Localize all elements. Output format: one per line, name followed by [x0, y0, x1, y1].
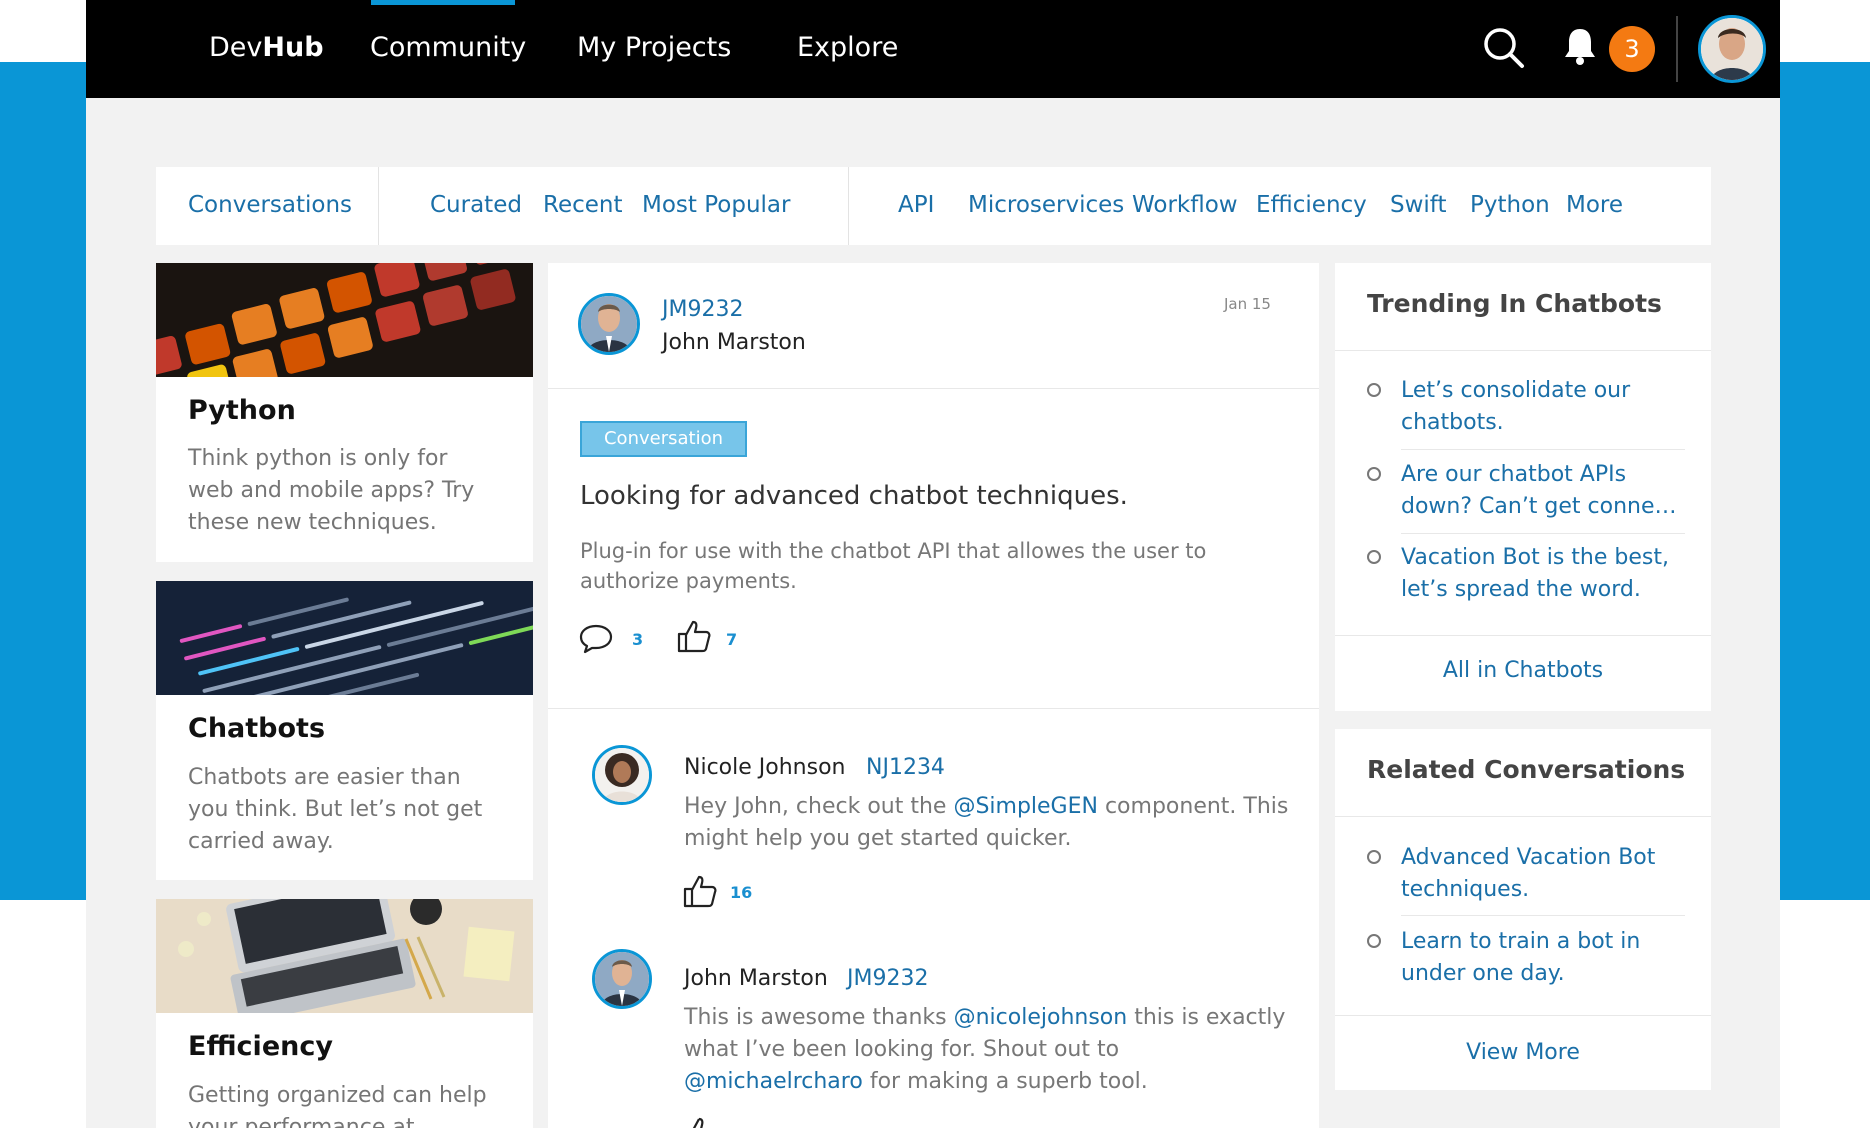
filter-recent[interactable]: Recent — [543, 192, 623, 218]
mention-link[interactable]: @SimpleGEN — [953, 794, 1098, 819]
filter-tag-swift[interactable]: Swift — [1390, 192, 1447, 218]
author-avatar[interactable] — [578, 293, 640, 355]
post-body: Plug-in for use with the chatbot API tha… — [580, 539, 1207, 593]
like-icon[interactable] — [676, 618, 712, 654]
reply-avatar[interactable] — [592, 949, 652, 1009]
bullet-icon — [1367, 467, 1381, 481]
post-title[interactable]: Looking for advanced chatbot techniques. — [580, 481, 1128, 511]
post-card: JM9232 John Marston Jan 15 Conversation … — [548, 263, 1319, 1128]
topic-image-code — [156, 581, 533, 695]
nav-community[interactable]: Community — [370, 32, 526, 63]
divider — [548, 708, 1319, 709]
divider — [548, 388, 1319, 389]
related-title: Related Conversations — [1367, 755, 1686, 784]
comment-icon[interactable] — [578, 623, 614, 655]
topic-title: Chatbots — [188, 713, 326, 744]
topic-description: Think python is only for web and mobile … — [188, 446, 475, 535]
related-card: Related Conversations Advanced Vacation … — [1335, 729, 1711, 1090]
comment-count: 3 — [632, 630, 644, 649]
mention-link[interactable]: @michaelrcharo — [684, 1069, 863, 1094]
filter-tag-python[interactable]: Python — [1470, 192, 1550, 218]
bullet-icon — [1367, 934, 1381, 948]
nav-my-projects[interactable]: My Projects — [577, 32, 731, 63]
view-more-link[interactable]: View More — [1335, 1040, 1711, 1065]
filter-bar: Conversations Curated Recent Most Popula… — [156, 167, 1711, 245]
nav-active-indicator — [371, 0, 515, 5]
trending-title: Trending In Chatbots — [1367, 289, 1662, 318]
related-item[interactable]: Advanced Vacation Bot techniques. — [1367, 842, 1687, 908]
bullet-icon — [1367, 550, 1381, 564]
like-count: 16 — [730, 883, 753, 902]
divider — [1401, 915, 1685, 916]
reply-author: Nicole Johnson — [684, 755, 846, 780]
reply-handle[interactable]: JM9232 — [847, 966, 928, 991]
post-type-tag[interactable]: Conversation — [580, 421, 747, 457]
app-frame: DevHub Community My Projects Explore 3 C… — [86, 0, 1780, 1128]
top-nav: DevHub Community My Projects Explore 3 — [86, 0, 1780, 98]
like-icon[interactable] — [682, 1115, 718, 1128]
filter-tag-api[interactable]: API — [898, 192, 934, 218]
user-avatar-image — [1701, 18, 1763, 80]
topic-image-desk — [156, 899, 533, 1013]
reply-avatar[interactable] — [592, 745, 652, 805]
topic-card-efficiency[interactable]: Efficiency Getting organized can help yo… — [156, 899, 533, 1128]
filter-tag-efficiency[interactable]: Efficiency — [1256, 192, 1367, 218]
topic-title: Efficiency — [188, 1031, 333, 1062]
filter-tag-workflow[interactable]: Workflow — [1132, 192, 1238, 218]
post-date: Jan 15 — [1224, 295, 1271, 313]
reply-body: Hey John, check out the @SimpleGEN compo… — [684, 794, 1289, 851]
filter-curated[interactable]: Curated — [430, 192, 522, 218]
reply-handle[interactable]: NJ1234 — [866, 755, 945, 780]
trending-item[interactable]: Vacation Bot is the best, let’s spread t… — [1367, 542, 1687, 608]
divider — [1401, 533, 1685, 534]
nav-explore[interactable]: Explore — [797, 32, 898, 63]
bullet-icon — [1367, 850, 1381, 864]
notification-badge[interactable]: 3 — [1609, 26, 1655, 72]
filter-most-popular[interactable]: Most Popular — [642, 192, 790, 218]
divider — [1335, 816, 1711, 817]
trending-item[interactable]: Are our chatbot APIs down? Can’t get con… — [1367, 459, 1687, 525]
bullet-icon — [1367, 383, 1381, 397]
topic-title: Python — [188, 395, 296, 426]
author-handle[interactable]: JM9232 — [662, 297, 743, 322]
user-avatar[interactable] — [1698, 15, 1766, 83]
filter-tag-microservices[interactable]: Microservices — [968, 192, 1124, 218]
brand-logo[interactable]: DevHub — [209, 32, 324, 63]
topic-image-keyboard — [156, 263, 533, 377]
reply-body: This is awesome thanks @nicolejohnson th… — [684, 1005, 1286, 1094]
divider — [1335, 350, 1711, 351]
divider — [1335, 1015, 1711, 1016]
filter-more[interactable]: More — [1566, 192, 1623, 218]
divider — [1401, 449, 1685, 450]
topic-card-chatbots[interactable]: Chatbots Chatbots are easier than you th… — [156, 581, 533, 880]
related-item[interactable]: Learn to train a bot in under one day. — [1367, 926, 1687, 992]
author-name: John Marston — [662, 330, 806, 355]
topic-card-python[interactable]: Python Think python is only for web and … — [156, 263, 533, 562]
trending-item[interactable]: Let’s consolidate our chatbots. — [1367, 375, 1687, 441]
mention-link[interactable]: @nicolejohnson — [954, 1005, 1128, 1030]
filter-conversations[interactable]: Conversations — [188, 192, 352, 218]
search-icon[interactable] — [1482, 26, 1526, 70]
reply-author: John Marston — [684, 966, 828, 991]
divider — [1335, 635, 1711, 636]
bell-icon[interactable] — [1562, 26, 1598, 66]
topic-description: Getting organized can help your performa… — [188, 1083, 487, 1128]
all-in-chatbots-link[interactable]: All in Chatbots — [1335, 658, 1711, 683]
topic-description: Chatbots are easier than you think. But … — [188, 765, 483, 854]
like-icon[interactable] — [682, 873, 718, 909]
like-count: 7 — [726, 630, 738, 649]
nav-divider — [1676, 16, 1678, 82]
trending-card: Trending In Chatbots Let’s consolidate o… — [1335, 263, 1711, 711]
filter-divider — [378, 167, 379, 245]
filter-divider — [848, 167, 849, 245]
